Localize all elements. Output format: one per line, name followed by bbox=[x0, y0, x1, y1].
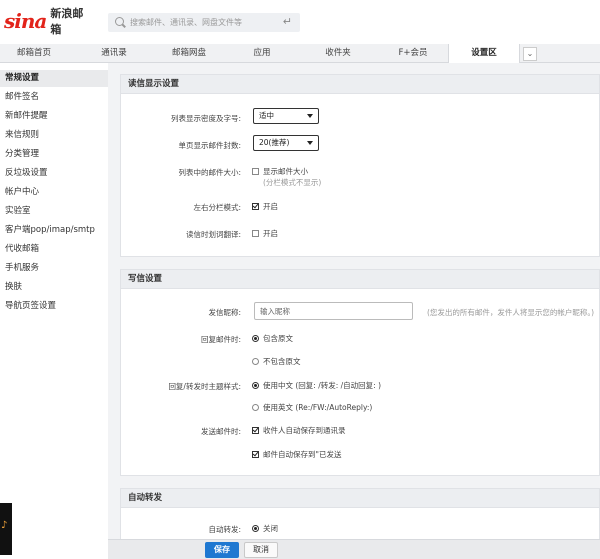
search-input[interactable] bbox=[130, 15, 270, 30]
write-settings-panel: 写信设置 发信昵称: (您发出的所有邮件，发件人将显示您的帐户昵称。) 回复邮件… bbox=[120, 269, 600, 476]
subject-chinese-text: 使用中文 (回复: /转发: /自动回复: ) bbox=[263, 381, 382, 390]
header: sina 新浪邮箱 ↵ bbox=[0, 0, 600, 44]
caret-down-icon bbox=[307, 141, 313, 145]
auto-forward-off-text: 关闭 bbox=[263, 524, 278, 533]
write-settings-title: 写信设置 bbox=[121, 270, 599, 289]
sidebar-item-lab[interactable]: 实验室 bbox=[0, 203, 108, 220]
translate-text: 开启 bbox=[263, 229, 278, 238]
tab-inbox[interactable]: 收件夹 bbox=[304, 44, 372, 63]
sidebar-item-category[interactable]: 分类管理 bbox=[0, 146, 108, 163]
subject-english-radio[interactable] bbox=[252, 404, 259, 411]
sender-name-hint: (您发出的所有邮件，发件人将显示您的帐户昵称。) bbox=[427, 308, 595, 317]
density-value: 适中 bbox=[259, 111, 274, 120]
send-label: 发送邮件时: bbox=[200, 427, 241, 436]
sidebar-item-skin[interactable]: 换肤 bbox=[0, 279, 108, 296]
footer-bar: 保存 取消 bbox=[108, 539, 600, 559]
subject-style-label: 回复/转发时主题样式: bbox=[168, 382, 241, 391]
save-sent-checkbox[interactable] bbox=[252, 451, 259, 458]
sidebar-item-account[interactable]: 帐户中心 bbox=[0, 184, 108, 201]
sidebar-item-nav-tabs[interactable]: 导航页签设置 bbox=[0, 298, 108, 315]
enter-icon[interactable]: ↵ bbox=[283, 15, 292, 28]
sidebar-item-new-mail-alert[interactable]: 新邮件提醒 bbox=[0, 108, 108, 125]
save-sent-text: 邮件自动保存到"已发送 bbox=[263, 450, 342, 459]
show-size-text: 显示邮件大小 bbox=[263, 167, 308, 176]
top-nav: 邮箱首页 通讯录 邮箱网盘 应用 收件夹 F+会员 设置区 ⌄ bbox=[0, 44, 600, 64]
reply-exclude-radio[interactable] bbox=[252, 358, 259, 365]
sender-name-input[interactable] bbox=[254, 302, 413, 320]
reply-label: 回复邮件时: bbox=[200, 335, 241, 344]
cancel-button[interactable]: 取消 bbox=[244, 542, 278, 558]
density-label: 列表显示密度及字号: bbox=[170, 114, 241, 123]
settings-main: 读信显示设置 列表显示密度及字号: 适中 单页显示邮件封数: 20(推荐) 列表… bbox=[108, 63, 600, 539]
tab-mail-home[interactable]: 邮箱首页 bbox=[0, 44, 68, 63]
sidebar-item-signature[interactable]: 邮件签名 bbox=[0, 89, 108, 106]
translate-label: 读信时划词翻译: bbox=[185, 230, 241, 239]
tab-netdisk[interactable]: 邮箱网盘 bbox=[154, 44, 224, 63]
tab-apps[interactable]: 应用 bbox=[229, 44, 295, 63]
music-widget[interactable]: ♪ bbox=[0, 503, 12, 555]
mail-size-label: 列表中的邮件大小: bbox=[178, 168, 241, 177]
forward-settings-panel: 自动转发 自动转发: 关闭 bbox=[120, 488, 600, 539]
logo-mark: sina bbox=[4, 9, 47, 33]
reply-exclude-text: 不包含原文 bbox=[263, 357, 301, 366]
auto-forward-off-radio[interactable] bbox=[252, 525, 259, 532]
save-contact-text: 收件人自动保存到通讯录 bbox=[263, 426, 346, 435]
search-box[interactable]: ↵ bbox=[108, 13, 300, 32]
logo-text: 新浪邮箱 bbox=[50, 7, 84, 36]
read-settings-title: 读信显示设置 bbox=[121, 75, 599, 94]
sidebar-item-client-pop[interactable]: 客户端pop/imap/smtp bbox=[0, 222, 108, 239]
sina-logo[interactable]: sina 新浪邮箱 bbox=[4, 7, 94, 36]
sidebar-item-collect-mail[interactable]: 代收邮箱 bbox=[0, 241, 108, 258]
chevron-down-icon[interactable]: ⌄ bbox=[523, 47, 537, 61]
music-note-icon: ♪ bbox=[1, 520, 8, 531]
sidebar-item-anti-spam[interactable]: 反垃圾设置 bbox=[0, 165, 108, 182]
reply-include-radio[interactable] bbox=[252, 335, 259, 342]
show-size-hint: (分栏模式不显示) bbox=[263, 178, 322, 187]
tab-fplus-member[interactable]: F+会员 bbox=[380, 44, 446, 63]
split-label: 左右分栏模式: bbox=[193, 203, 241, 212]
search-icon bbox=[115, 17, 124, 26]
save-contact-checkbox[interactable] bbox=[252, 427, 259, 434]
subject-english-text: 使用英文 (Re:/FW:/AutoReply:) bbox=[263, 403, 373, 412]
sidebar-item-mail-rules[interactable]: 来信规则 bbox=[0, 127, 108, 144]
reply-include-text: 包含原文 bbox=[263, 334, 293, 343]
tab-contacts[interactable]: 通讯录 bbox=[80, 44, 148, 63]
read-settings-panel: 读信显示设置 列表显示密度及字号: 适中 单页显示邮件封数: 20(推荐) 列表… bbox=[120, 74, 600, 257]
forward-settings-title: 自动转发 bbox=[121, 489, 599, 508]
split-text: 开启 bbox=[263, 202, 278, 211]
subject-chinese-radio[interactable] bbox=[252, 382, 259, 389]
tab-settings[interactable]: 设置区 bbox=[448, 44, 520, 64]
per-page-label: 单页显示邮件封数: bbox=[178, 141, 241, 150]
per-page-select[interactable]: 20(推荐) bbox=[253, 135, 319, 151]
caret-down-icon bbox=[307, 114, 313, 118]
sidebar-item-general[interactable]: 常规设置 bbox=[0, 70, 108, 87]
split-checkbox[interactable] bbox=[252, 203, 259, 210]
translate-checkbox[interactable] bbox=[252, 230, 259, 237]
settings-sidebar: 常规设置 邮件签名 新邮件提醒 来信规则 分类管理 反垃圾设置 帐户中心 实验室… bbox=[0, 63, 108, 559]
show-size-checkbox[interactable] bbox=[252, 168, 259, 175]
per-page-value: 20(推荐) bbox=[259, 138, 290, 147]
sidebar-item-mobile[interactable]: 手机服务 bbox=[0, 260, 108, 277]
save-button[interactable]: 保存 bbox=[205, 542, 239, 558]
auto-forward-label: 自动转发: bbox=[208, 525, 241, 534]
density-select[interactable]: 适中 bbox=[253, 108, 319, 124]
sender-name-label: 发信昵称: bbox=[208, 308, 241, 317]
